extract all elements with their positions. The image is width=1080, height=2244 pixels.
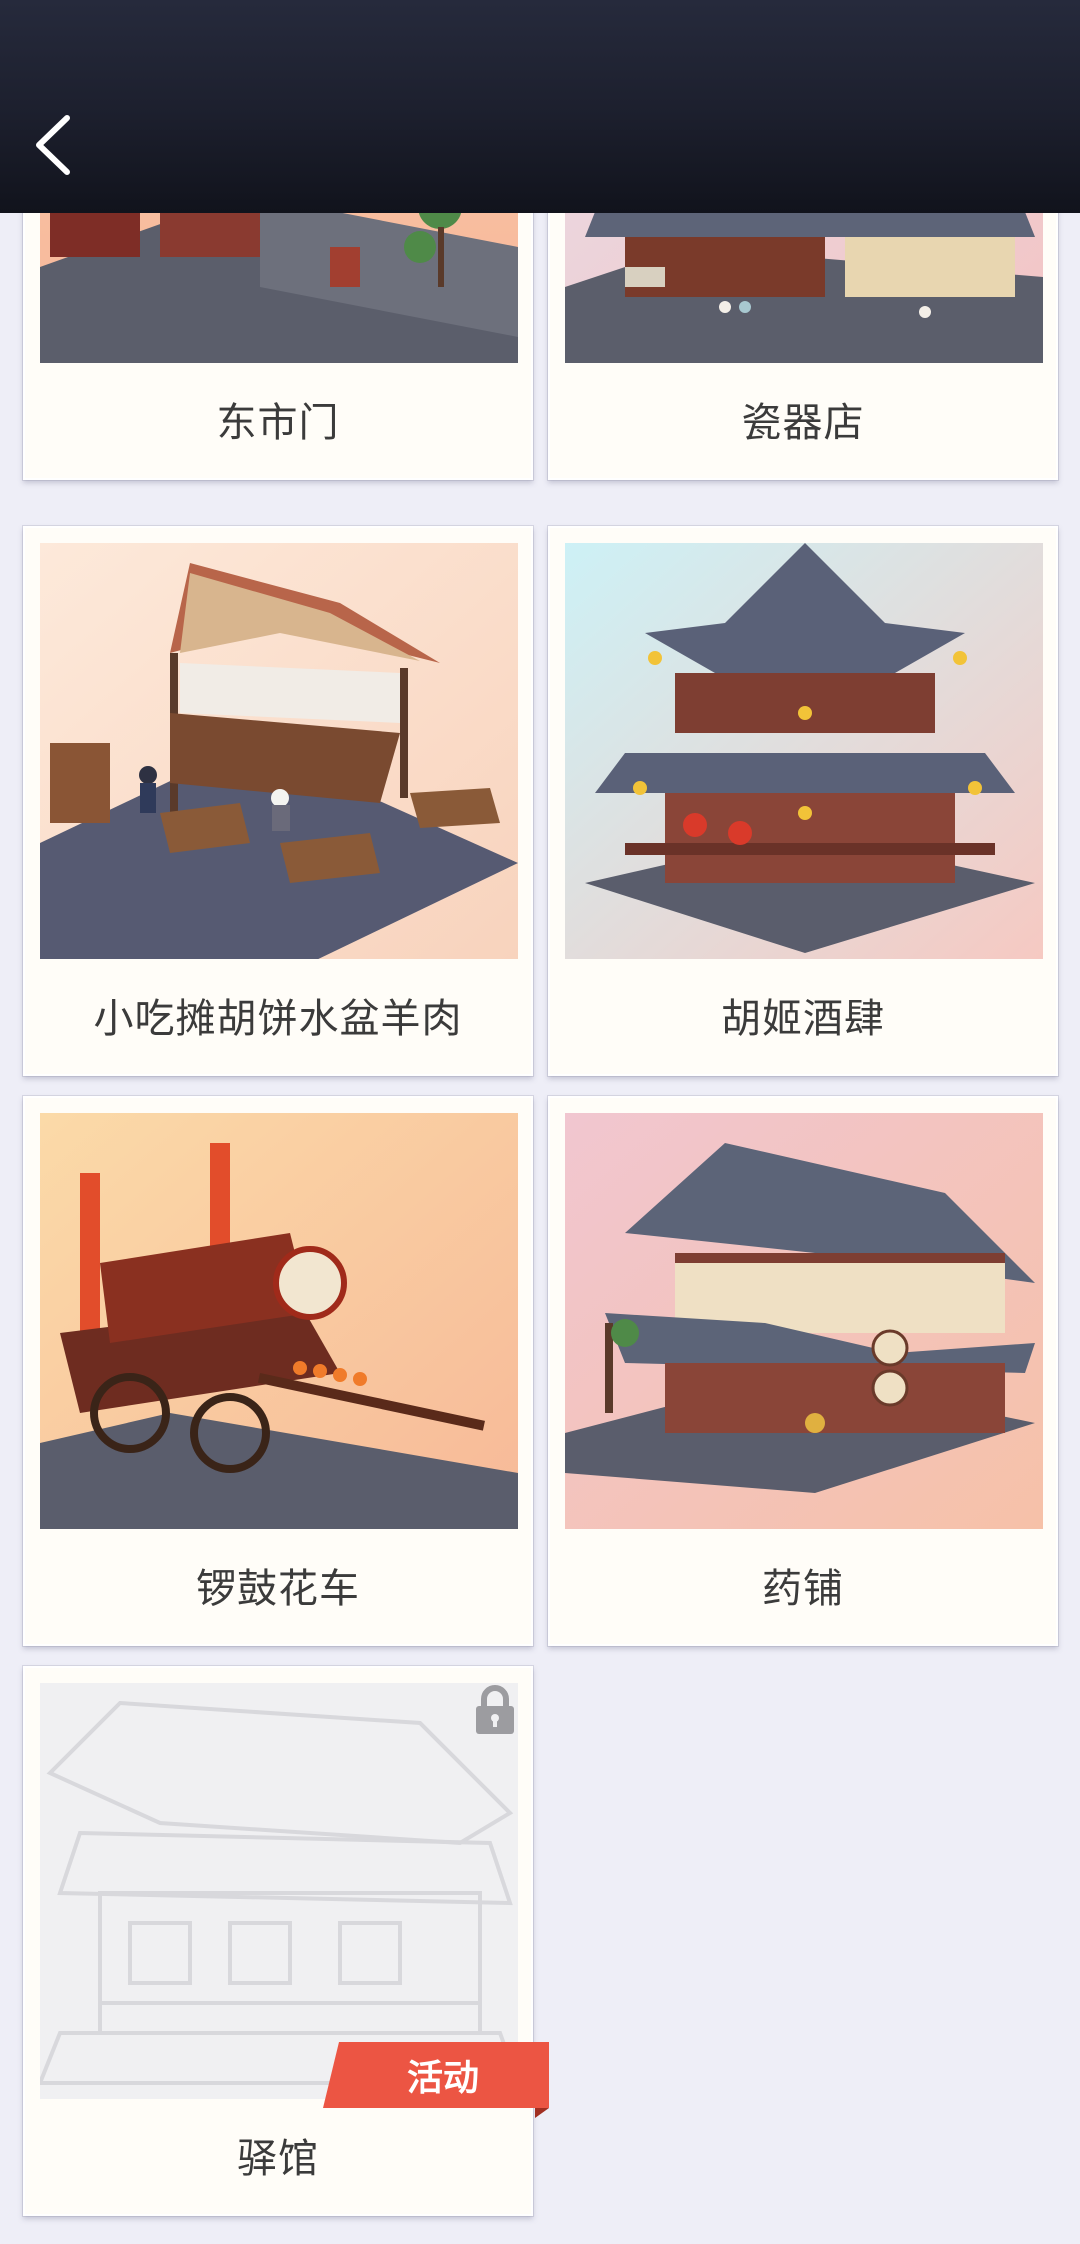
back-button[interactable] [18,100,90,190]
event-badge-fold [535,2108,549,2118]
building-image [40,1113,518,1529]
top-bar [0,0,1080,213]
building-image [565,543,1043,959]
building-name: 驿馆 [237,2136,319,2182]
building-image-locked [40,1683,518,2099]
building-name: 东市门 [216,400,340,446]
building-card-yiguan[interactable]: 活动 驿馆 [23,1666,549,2216]
building-name: 胡姬酒肆 [721,996,885,1042]
building-name: 药铺 [762,1566,844,1612]
building-name: 小吃摊胡饼水盆羊肉 [93,996,463,1042]
building-image [565,1113,1043,1529]
lock-icon [476,1685,514,1734]
building-name: 瓷器店 [741,400,865,446]
building-card-xiaochitan[interactable]: 小吃摊胡饼水盆羊肉 [23,526,533,1076]
building-card-hujijiusi[interactable]: 胡姬酒肆 [548,526,1058,1076]
building-name: 锣鼓花车 [196,1566,360,1612]
building-image [40,543,518,959]
building-card-yaopu[interactable]: 药铺 [548,1096,1058,1646]
chevron-left-icon [36,115,70,175]
building-card-luoguhuache[interactable]: 锣鼓花车 [23,1096,533,1646]
